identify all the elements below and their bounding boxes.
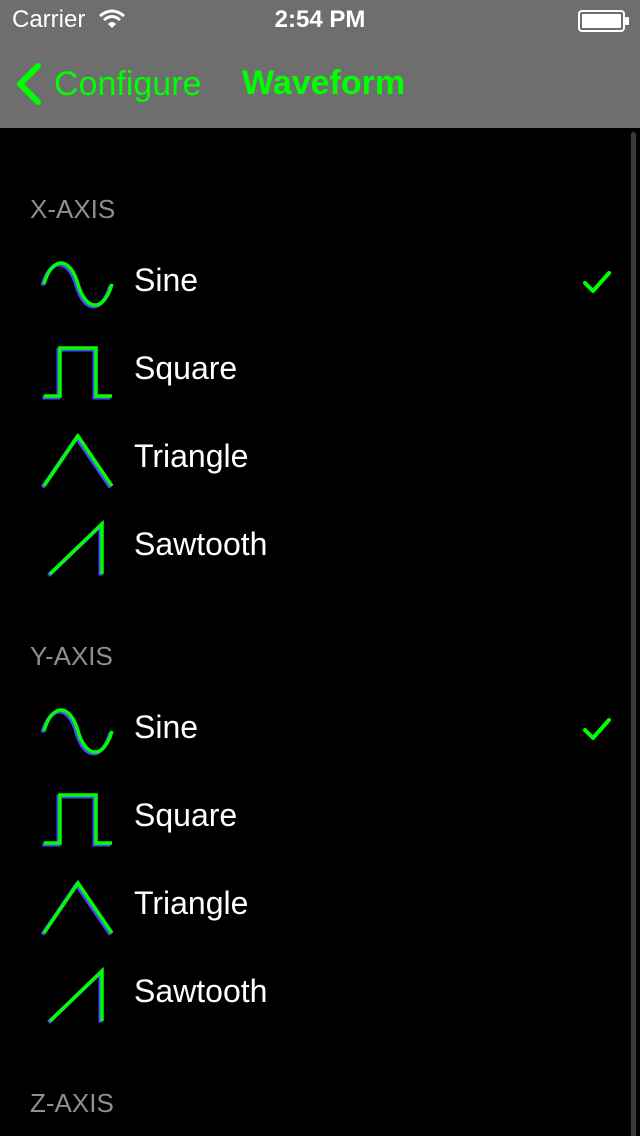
waveform-option-label: Sine [134,709,199,745]
checkmark-icon [583,271,611,293]
sawtooth-wave-icon [47,519,104,577]
waveform-option-row[interactable]: Sine [0,687,640,775]
status-bar: Carrier 2:54 PM [0,0,640,40]
sine-wave-icon [40,261,114,309]
waveform-table[interactable]: X-AXIS Sine Square Triangle Sawtooth Y-AXIS Si… [0,128,640,1136]
section-header: Z-AXIS [30,1088,114,1118]
waveform-option-row[interactable]: Triangle [0,863,640,951]
waveform-option-row[interactable]: Square [0,775,640,863]
square-wave-icon [42,346,112,400]
waveform-option-label: Triangle [134,438,249,474]
waveform-option-row[interactable]: Sawtooth [0,504,640,592]
waveform-option-label: Sine [134,262,199,298]
checkmark-icon [583,718,611,740]
battery-icon [578,10,629,32]
waveform-option-label: Square [134,350,238,386]
waveform-option-row[interactable]: Sawtooth [0,951,640,1039]
waveform-option-label: Triangle [134,885,249,921]
chevron-left-icon [17,63,41,105]
section-header: X-AXIS [30,194,116,224]
waveform-option-label: Sawtooth [134,526,268,562]
triangle-wave-icon [40,432,114,489]
back-button-label: Configure [54,64,202,103]
waveform-option-row[interactable]: Square [0,328,640,416]
waveform-option-label: Square [134,797,238,833]
waveform-option-row[interactable]: Triangle [0,416,640,504]
status-time: 2:54 PM [274,6,366,33]
screen: Configure Waveform Carrier 2:54 PM X-AXI… [0,0,640,1136]
sine-wave-icon [40,708,114,756]
back-button[interactable]: Configure [14,62,201,106]
square-wave-icon [42,793,112,847]
section-header: Y-AXIS [30,641,113,671]
waveform-option-row[interactable]: Sine [0,240,640,328]
sawtooth-wave-icon [47,966,104,1024]
page-title: Waveform [242,64,406,102]
triangle-wave-icon [40,879,114,936]
waveform-option-label: Sawtooth [134,973,268,1009]
